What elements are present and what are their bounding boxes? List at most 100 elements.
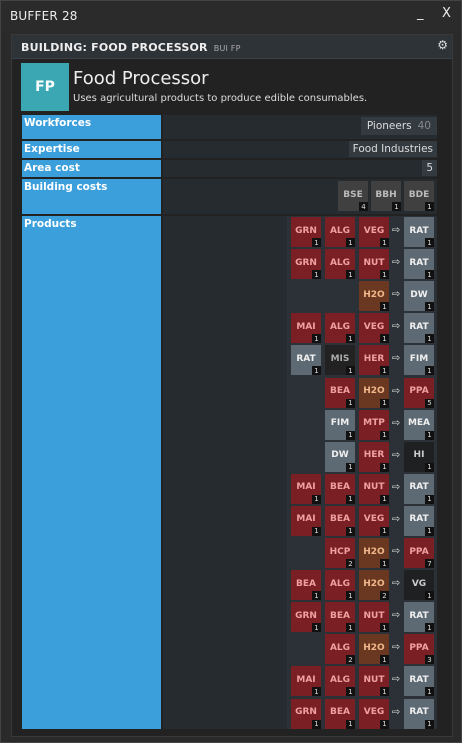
workforce-chip[interactable]: Pioneers 40 xyxy=(360,117,437,135)
material-amount: 1 xyxy=(425,430,434,440)
material-dw[interactable]: DW 1 xyxy=(404,281,434,312)
material-rat[interactable]: RAT 1 xyxy=(404,602,434,633)
window-titlebar[interactable]: BUFFER 28 _ X xyxy=(1,1,461,31)
material-amount: 1 xyxy=(312,334,321,344)
material-ticker: MIS xyxy=(330,353,350,364)
material-rat[interactable]: RAT 1 xyxy=(404,313,434,344)
material-bde[interactable]: BDE 1 xyxy=(404,181,434,211)
area-cost-number: 5 xyxy=(422,160,437,176)
material-ticker: VEG xyxy=(363,225,385,236)
material-amount: 1 xyxy=(346,526,355,536)
material-mai[interactable]: MAI 1 xyxy=(291,313,321,344)
material-mis[interactable]: MIS 1 xyxy=(325,345,355,376)
material-ticker: FIM xyxy=(330,418,350,429)
material-bea[interactable]: BEA 1 xyxy=(291,570,321,601)
material-amount: 1 xyxy=(380,270,389,280)
material-rat[interactable]: RAT 1 xyxy=(404,666,434,697)
material-mai[interactable]: MAI 1 xyxy=(291,505,321,536)
material-amount: 1 xyxy=(346,398,355,408)
material-amount: 1 xyxy=(312,494,321,504)
material-rat[interactable]: RAT 1 xyxy=(404,473,434,504)
material-bea[interactable]: BEA 1 xyxy=(325,473,355,504)
material-vg[interactable]: VG 1 xyxy=(404,570,434,601)
material-alg[interactable]: ALG 1 xyxy=(325,249,355,280)
material-dw[interactable]: DW 1 xyxy=(325,441,355,472)
material-her[interactable]: HER 1 xyxy=(359,345,389,376)
material-bea[interactable]: BEA 1 xyxy=(325,602,355,633)
material-mai[interactable]: MAI 1 xyxy=(291,666,321,697)
gear-icon[interactable]: ⚙ xyxy=(437,38,448,52)
close-button[interactable]: X xyxy=(442,6,451,21)
material-rat[interactable]: RAT 1 xyxy=(404,505,434,536)
material-grn[interactable]: GRN 1 xyxy=(291,602,321,633)
material-amount: 1 xyxy=(346,623,355,633)
material-veg[interactable]: VEG 1 xyxy=(359,217,389,247)
material-grn[interactable]: GRN 1 xyxy=(291,698,321,729)
material-ticker: MAI xyxy=(296,674,316,685)
material-amount: 1 xyxy=(312,526,321,536)
material-nut[interactable]: NUT 1 xyxy=(359,473,389,504)
minimize-button[interactable]: _ xyxy=(417,6,424,21)
material-bse[interactable]: BSE 4 xyxy=(338,181,368,211)
material-veg[interactable]: VEG 1 xyxy=(359,505,389,536)
material-bbh[interactable]: BBH 1 xyxy=(371,181,401,211)
material-nut[interactable]: NUT 1 xyxy=(359,249,389,280)
material-alg[interactable]: ALG 2 xyxy=(325,634,355,665)
material-rat[interactable]: RAT 1 xyxy=(404,698,434,729)
label-products: Products xyxy=(22,216,161,729)
material-veg[interactable]: VEG 1 xyxy=(359,698,389,729)
building-ticker-icon[interactable]: FP xyxy=(21,63,69,111)
material-bea[interactable]: BEA 1 xyxy=(325,377,355,408)
material-amount: 1 xyxy=(380,366,389,376)
material-amount: 2 xyxy=(346,559,355,568)
material-ppa[interactable]: PPA 3 xyxy=(404,634,434,665)
window-title: BUFFER 28 xyxy=(10,9,78,23)
material-fim[interactable]: FIM 1 xyxy=(325,409,355,440)
material-ticker: NUT xyxy=(363,610,385,621)
material-h2o[interactable]: H2O 1 xyxy=(359,281,389,312)
material-h2o[interactable]: H2O 1 xyxy=(359,377,389,408)
material-rat[interactable]: RAT 1 xyxy=(404,249,434,280)
material-h2o[interactable]: H2O 1 xyxy=(359,634,389,665)
material-mtp[interactable]: MTP 1 xyxy=(359,409,389,440)
material-ticker: GRN xyxy=(295,257,317,268)
material-alg[interactable]: ALG 1 xyxy=(325,666,355,697)
material-bea[interactable]: BEA 1 xyxy=(325,505,355,536)
material-hi[interactable]: HI 1 xyxy=(404,441,434,472)
material-bea[interactable]: BEA 1 xyxy=(325,698,355,729)
material-ticker: MEA xyxy=(407,418,431,429)
material-h2o[interactable]: H2O 2 xyxy=(359,570,389,601)
material-alg[interactable]: ALG 1 xyxy=(325,570,355,601)
material-h2o[interactable]: H2O 1 xyxy=(359,538,389,568)
material-rat[interactable]: RAT 1 xyxy=(291,345,321,376)
material-ticker: H2O xyxy=(363,289,385,300)
expertise-chip[interactable]: Food Industries xyxy=(348,141,437,157)
material-ticker: H2O xyxy=(363,642,385,653)
material-amount: 1 xyxy=(380,398,389,408)
material-her[interactable]: HER 1 xyxy=(359,441,389,472)
material-ppa[interactable]: PPA 7 xyxy=(404,538,434,568)
material-mea[interactable]: MEA 1 xyxy=(404,409,434,440)
panel-code: BUI FP xyxy=(213,44,241,53)
material-amount: 1 xyxy=(312,591,321,601)
material-ppa[interactable]: PPA 5 xyxy=(404,377,434,408)
material-amount: 1 xyxy=(346,334,355,344)
material-grn[interactable]: GRN 1 xyxy=(291,249,321,280)
material-ticker: MTP xyxy=(363,418,385,429)
material-alg[interactable]: ALG 1 xyxy=(325,313,355,344)
material-alg[interactable]: ALG 1 xyxy=(325,217,355,247)
material-amount: 1 xyxy=(380,430,389,440)
material-fim[interactable]: FIM 1 xyxy=(404,345,434,376)
panel-header: BUILDING: FOOD PROCESSOR BUI FP ⚙ xyxy=(12,35,452,59)
material-rat[interactable]: RAT 1 xyxy=(404,217,434,247)
material-mai[interactable]: MAI 1 xyxy=(291,473,321,504)
label-workforces: Workforces xyxy=(22,115,161,139)
material-amount: 1 xyxy=(346,687,355,697)
material-nut[interactable]: NUT 1 xyxy=(359,666,389,697)
recipe-arrow: ⇨ xyxy=(391,706,401,718)
material-grn[interactable]: GRN 1 xyxy=(291,217,321,247)
material-nut[interactable]: NUT 1 xyxy=(359,602,389,633)
material-veg[interactable]: VEG 1 xyxy=(359,313,389,344)
material-hcp[interactable]: HCP 2 xyxy=(325,538,355,568)
material-ticker: H2O xyxy=(363,578,385,589)
